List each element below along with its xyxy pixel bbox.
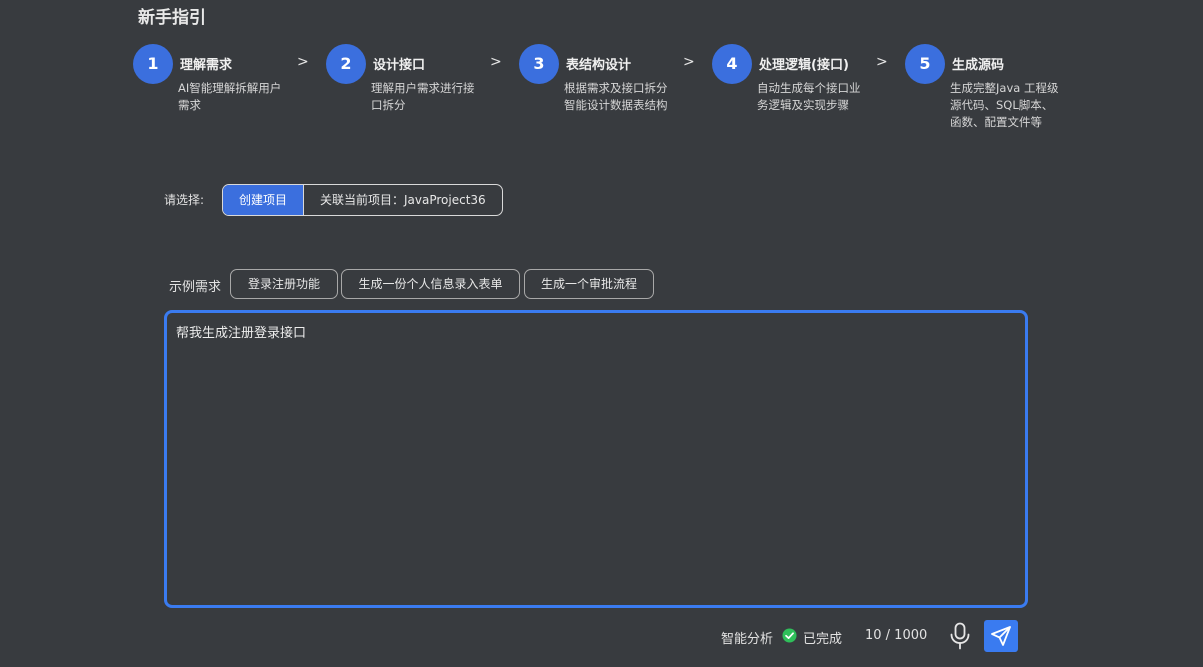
step-description: 生成完整Java 工程级源代码、SQL脚本、函数、配置文件等: [950, 81, 1059, 129]
step-arrow-icon: >: [297, 54, 309, 70]
example-chip-login-register[interactable]: 登录注册功能: [230, 269, 338, 299]
step-description: 自动生成每个接口业务逻辑及实现步骤: [757, 81, 861, 112]
guide-title: 新手指引: [138, 8, 206, 28]
project-mode-toggle: 创建项目 关联当前项目：JavaProject36: [222, 184, 503, 216]
step-arrow-icon: >: [683, 54, 695, 70]
step-number: 3: [519, 44, 559, 84]
step-title: 生成源码: [952, 58, 1005, 73]
step-number: 1: [133, 44, 173, 84]
step-number: 4: [712, 44, 752, 84]
step-number: 5: [905, 44, 945, 84]
link-current-project-option[interactable]: 关联当前项目：JavaProject36: [303, 185, 502, 215]
requirement-input-text: 帮我生成注册登录接口: [176, 326, 307, 341]
example-label: 示例需求: [169, 280, 222, 295]
select-label: 请选择:: [164, 193, 205, 207]
step-arrow-icon: >: [490, 54, 502, 70]
example-chip-approval-flow[interactable]: 生成一个审批流程: [524, 269, 654, 299]
requirement-input[interactable]: 帮我生成注册登录接口: [164, 310, 1028, 608]
character-counter: 10 / 1000: [865, 628, 928, 643]
step-description: AI智能理解拆解用户需求: [178, 81, 282, 112]
step-description: 理解用户需求进行接口拆分: [371, 81, 475, 112]
step-description: 根据需求及接口拆分智能设计数据表结构: [564, 81, 668, 112]
step-arrow-icon: >: [876, 54, 888, 70]
microphone-icon[interactable]: [949, 622, 971, 650]
step-title: 表结构设计: [566, 58, 632, 73]
smart-analysis-label: 智能分析: [721, 632, 774, 647]
page: 新手指引 1 理解需求 AI智能理解拆解用户需求 > 2 设计接口 理解用户需求…: [0, 0, 1203, 667]
send-button[interactable]: [984, 620, 1018, 652]
step-title: 处理逻辑(接口): [759, 58, 849, 73]
send-icon: [991, 626, 1011, 646]
check-circle-icon: [782, 628, 797, 643]
step-title: 理解需求: [180, 58, 233, 73]
step-number: 2: [326, 44, 366, 84]
step-title: 设计接口: [373, 58, 426, 73]
example-chip-personal-info-form[interactable]: 生成一份个人信息录入表单: [341, 269, 520, 299]
create-project-option[interactable]: 创建项目: [223, 185, 304, 215]
status-text: 已完成: [803, 632, 843, 647]
